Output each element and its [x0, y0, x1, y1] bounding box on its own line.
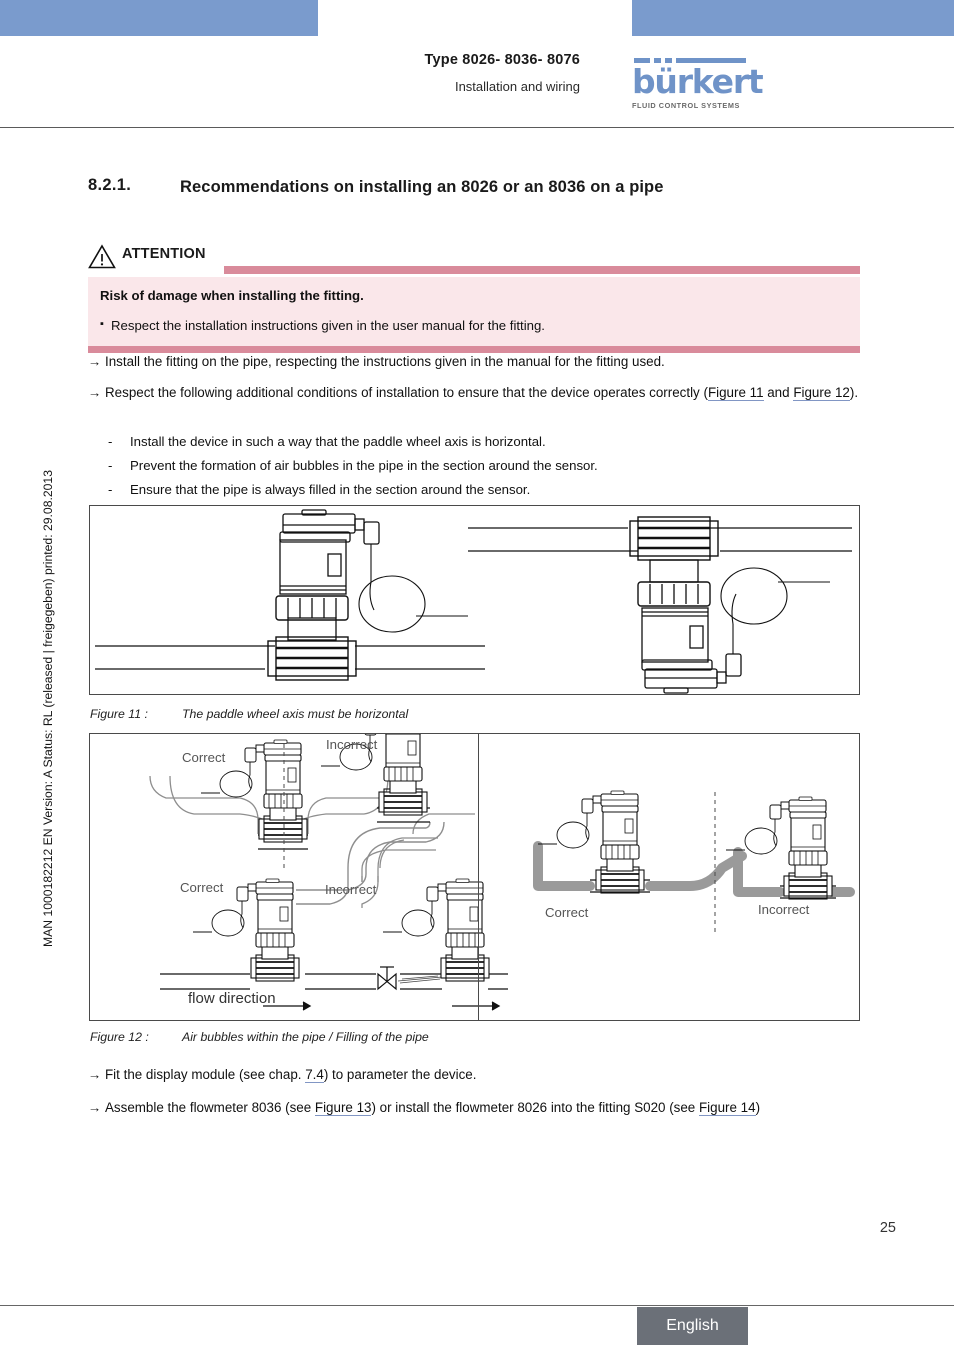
list-item-label: Install the device in such a way that th… [130, 434, 546, 449]
square-bullet-icon: ▪ [100, 318, 104, 330]
header-band-left [0, 0, 318, 36]
header-band-right [632, 0, 954, 36]
attention-risk-text: Risk of damage when installing the fitti… [100, 288, 364, 303]
figure-12-label-incorrect-2: Incorrect [325, 882, 377, 897]
list-item: - Ensure that the pipe is always filled … [108, 482, 868, 497]
figure-12-label-correct-1: Correct [182, 750, 226, 765]
document-page: Type 8026- 8036- 8076 Installation and w… [0, 0, 954, 1350]
header-text: Type 8026- 8036- 8076 Installation and w… [120, 52, 580, 94]
instruction-text-4c: ) [755, 1100, 761, 1115]
list-item-label: Prevent the formation of air bubbles in … [130, 458, 598, 473]
document-type-line: Type 8026- 8036- 8076 [424, 52, 580, 68]
section-title: Recommendations on installing an 8026 or… [180, 178, 664, 196]
instruction-text-2a: Respect the following additional conditi… [105, 385, 708, 400]
logo-wordmark: bürkert [632, 62, 764, 101]
instruction-text-3b: ) to parameter the device. [323, 1067, 477, 1082]
warning-triangle-icon [88, 243, 122, 274]
dash-bullet-icon: - [108, 482, 113, 497]
figure-12-label-incorrect-3: Incorrect [758, 902, 810, 917]
figure-11-caption: Figure 11 : The paddle wheel axis must b… [90, 707, 408, 721]
instruction-text-3a: Fit the display module (see chap. [105, 1067, 306, 1082]
chapter-7-4-link[interactable]: 7.4 [305, 1067, 324, 1083]
figure-12-label-flow: flow direction [188, 990, 276, 1007]
figure-11-caption-text: The paddle wheel axis must be horizontal [182, 707, 409, 721]
document-revision-stamp: MAN 1000182212 EN Version: A Status: RL … [41, 470, 55, 947]
figure-12-caption-number: Figure 12 : [90, 1030, 149, 1044]
instruction-text-4b: ) or install the flowmeter 8026 into the… [371, 1100, 699, 1115]
arrow-icon: → [88, 1100, 102, 1115]
figure-12-label-correct-3: Correct [545, 905, 589, 920]
attention-body: Risk of damage when installing the fitti… [88, 277, 860, 346]
section-number: 8.2.1. [88, 176, 132, 194]
instruction-text-2c: ). [849, 385, 859, 400]
attention-callout: ATTENTION Risk of damage when installing… [88, 243, 860, 353]
section-heading: 8.2.1. Recommendations on installing an … [88, 176, 878, 199]
figure-14-link[interactable]: Figure 14 [698, 1100, 756, 1116]
instruction-text-4a: Assemble the flowmeter 8036 (see [105, 1100, 315, 1115]
page-number: 25 [879, 1220, 896, 1236]
attention-bullet-row: ▪ Respect the installation instructions … [100, 318, 860, 333]
header-rule [0, 127, 954, 128]
list-item: - Install the device in such a way that … [108, 434, 868, 449]
figure-12-image [89, 712, 860, 1021]
list-item: - Prevent the formation of air bubbles i… [108, 458, 868, 473]
instruction-paragraph-1: → Install the fitting on the pipe, respe… [88, 352, 864, 372]
instruction-paragraph-3: → Fit the display module (see chap. 7.4)… [88, 1065, 864, 1085]
figure-12-caption: Figure 12 : Air bubbles within the pipe … [90, 1030, 429, 1044]
instruction-text-2b: and [763, 385, 794, 400]
burkert-logo: bürkert FLUID CONTROL SYSTEMS [632, 58, 764, 110]
figure-11-caption-number: Figure 11 : [90, 707, 148, 721]
arrow-icon: → [88, 354, 102, 369]
figure-12-label-incorrect-1: Incorrect [326, 737, 378, 752]
figure-12-link[interactable]: Figure 12 [793, 385, 850, 401]
dash-bullet-icon: - [108, 458, 113, 473]
figure-12-label-correct-2: Correct [180, 880, 224, 895]
figure-11-link[interactable]: Figure 11 [707, 385, 764, 401]
figure-13-link[interactable]: Figure 13 [314, 1100, 372, 1116]
instruction-text-1: Install the fitting on the pipe, respect… [105, 354, 665, 369]
instruction-paragraph-4: → Assemble the flowmeter 8036 (see Figur… [88, 1098, 864, 1118]
conditions-list: - Install the device in such a way that … [108, 434, 868, 506]
footer-rule [0, 1305, 954, 1306]
document-subtitle: Installation and wiring [454, 79, 580, 94]
logo-tagline: FLUID CONTROL SYSTEMS [632, 101, 740, 110]
dash-bullet-icon: - [108, 434, 113, 449]
attention-top-bar [224, 266, 860, 274]
figure-11-image [89, 505, 860, 695]
list-item-label: Ensure that the pipe is always filled in… [130, 482, 531, 497]
instruction-paragraph-2: → Respect the following additional condi… [88, 383, 864, 403]
figure-12-caption-text: Air bubbles within the pipe / Filling of… [182, 1030, 429, 1044]
attention-bullet-text: Respect the installation instructions gi… [111, 318, 545, 333]
attention-label: ATTENTION [122, 246, 206, 262]
figure-12-panel-divider [478, 734, 479, 1020]
arrow-icon: → [88, 1067, 102, 1082]
arrow-icon: → [88, 385, 102, 400]
language-tab: English [637, 1307, 748, 1345]
